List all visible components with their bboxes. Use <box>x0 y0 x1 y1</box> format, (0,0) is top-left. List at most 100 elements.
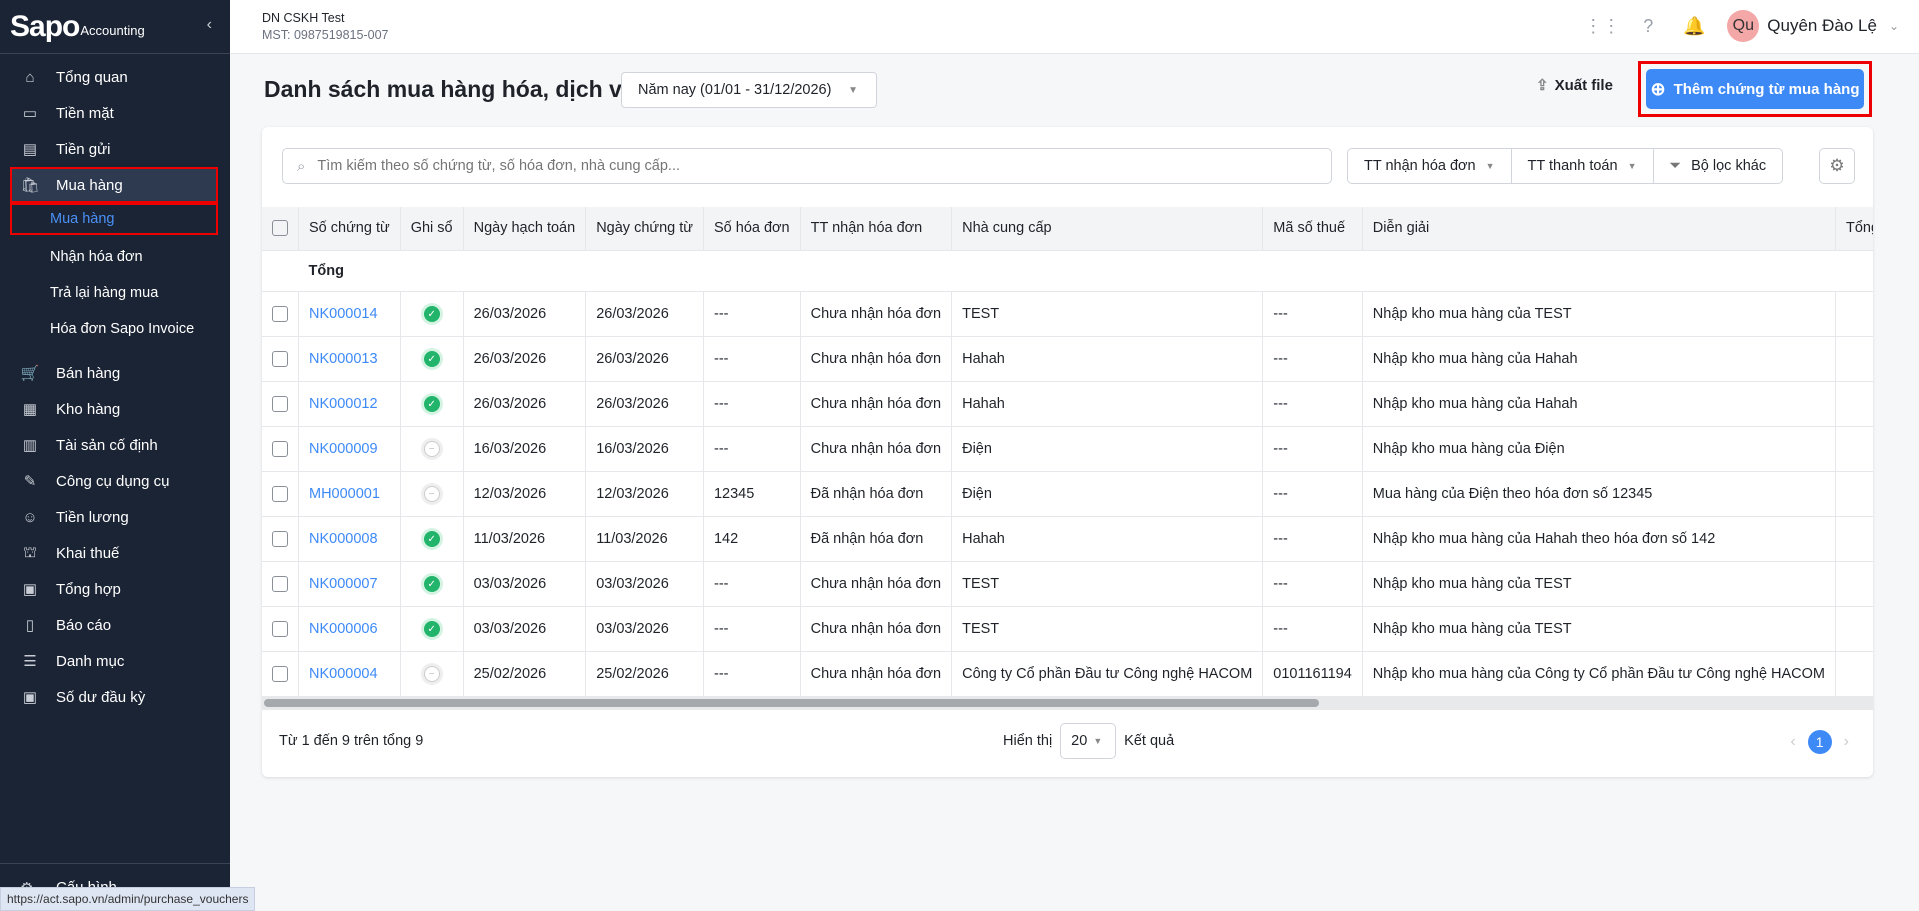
table-row[interactable]: NK000004−25/02/2026 25/02/2026 --- Chưa nhậ… <box>262 651 1873 697</box>
search-input[interactable] <box>317 158 1300 174</box>
help-icon[interactable]: ? <box>1635 13 1661 39</box>
table-row[interactable]: NK000012 ✓ 26/03/2026 26/03/2026 --- Chưa nhậ… <box>262 381 1873 427</box>
accounting-date: 03/03/2026 <box>463 561 587 607</box>
column-header[interactable]: Số hóa đơn <box>703 207 801 251</box>
sidebar-subitem-2[interactable]: Trả lại hàng mua <box>0 275 230 311</box>
next-page-icon[interactable]: › <box>1844 733 1849 751</box>
total-label: Tổng <box>298 250 1836 292</box>
sidebar-item-6[interactable]: ▥ Tài sản cố định <box>0 427 230 463</box>
row-checkbox[interactable] <box>272 395 288 412</box>
voucher-table: Số chứng từ Ghi sổ Ngày hạch toán Ngày chứn… <box>262 207 1873 697</box>
row-checkbox[interactable] <box>272 305 288 322</box>
unposted-icon: − <box>423 441 440 458</box>
sidebar-item-4[interactable]: 🛒 Bán hàng <box>0 355 230 391</box>
table-row[interactable]: NK000013 ✓ 26/03/2026 26/03/2026 --- Chưa nhậ… <box>262 336 1873 382</box>
page-size-select[interactable]: 20 ▼ <box>1060 723 1117 759</box>
collapse-sidebar-icon[interactable]: ‹ <box>207 16 212 34</box>
sidebar-item-0[interactable]: ⌂ Tổng quan <box>0 59 230 95</box>
row-checkbox[interactable] <box>272 530 288 547</box>
payment-status-filter[interactable]: TT thanh toán ▼ <box>1512 149 1654 183</box>
user-name[interactable]: Quyên Đào Lệ <box>1767 16 1877 36</box>
column-header[interactable]: TT nhận hóa đơn <box>800 207 953 251</box>
filter-icon: ⏷ <box>1669 158 1682 174</box>
description: Nhập kho mua hàng của Công ty Cổ phần Đầ… <box>1362 651 1837 697</box>
bell-icon[interactable]: 🔔 <box>1681 13 1707 39</box>
voucher-code-link[interactable]: NK000007 <box>298 561 401 607</box>
voucher-code-link[interactable]: NK000014 <box>298 291 401 337</box>
voucher-code-link[interactable]: NK000006 <box>298 606 401 652</box>
sidebar-item-5[interactable]: ▦ Kho hàng <box>0 391 230 427</box>
select-all-checkbox[interactable] <box>272 220 288 237</box>
column-header[interactable]: Nhà cung cấp <box>951 207 1264 251</box>
invoice-status-filter[interactable]: TT nhận hóa đơn ▼ <box>1348 149 1512 183</box>
column-header[interactable]: Tổng tiền hàng <box>1835 207 1873 251</box>
column-header[interactable]: Ghi sổ <box>400 207 464 251</box>
row-checkbox[interactable] <box>272 440 288 457</box>
sidebar-item-7[interactable]: ✎ Công cụ dụng cụ <box>0 463 230 499</box>
other-filters-button[interactable]: ⏷ Bộ lọc khác <box>1654 149 1783 183</box>
table-row[interactable]: MH000001−12/03/2026 12/03/2026 12345 Đã nhậ… <box>262 471 1873 517</box>
table-row[interactable]: NK000009−16/03/2026 16/03/2026 --- Chưa nhậ… <box>262 426 1873 472</box>
document-date: 11/03/2026 <box>585 516 704 562</box>
sidebar-item-9[interactable]: ⛫ Khai thuế <box>0 535 230 571</box>
column-header[interactable]: Số chứng từ <box>298 207 401 251</box>
sidebar-item-label: Tổng hợp <box>56 580 121 598</box>
voucher-code-link[interactable]: NK000009 <box>298 426 401 472</box>
horizontal-scrollbar[interactable] <box>262 696 1873 710</box>
sidebar-item-2[interactable]: ▤ Tiền gửi <box>0 131 230 167</box>
sidebar-subitem-3[interactable]: Hóa đơn Sapo Invoice <box>0 311 230 347</box>
voucher-code-link[interactable]: NK000008 <box>298 516 401 562</box>
invoice-status: Chưa nhận hóa đơn <box>800 291 953 337</box>
row-select-cell <box>262 561 299 607</box>
column-header[interactable]: Ngày hạch toán <box>463 207 587 251</box>
nav-icon: 🛍 <box>20 177 40 194</box>
sidebar-subitem-0[interactable]: Mua hàng <box>10 203 218 235</box>
table-row[interactable]: NK000008 ✓ 11/03/2026 11/03/2026 142 Đã nhận … <box>262 516 1873 562</box>
avatar[interactable]: Qu <box>1727 10 1760 42</box>
column-header[interactable]: Ngày chứng từ <box>585 207 704 251</box>
sidebar-item-13[interactable]: ▣ Số dư đầu kỳ <box>0 679 230 715</box>
sidebar-item-11[interactable]: ▯ Báo cáo <box>0 607 230 643</box>
sidebar-item-8[interactable]: ☺ Tiền lương <box>0 499 230 535</box>
column-header[interactable]: Mã số thuế <box>1262 207 1363 251</box>
voucher-code-link[interactable]: NK000004 <box>298 651 401 697</box>
sidebar-item-12[interactable]: ☰ Danh mục <box>0 643 230 679</box>
voucher-code-link[interactable]: NK000013 <box>298 336 401 382</box>
sidebar-item-1[interactable]: ▭ Tiền mặt <box>0 95 230 131</box>
chevron-down-icon[interactable]: ⌄ <box>1889 19 1899 33</box>
row-select-cell <box>262 381 299 427</box>
scrollbar-thumb[interactable] <box>264 699 1319 707</box>
row-checkbox[interactable] <box>272 350 288 367</box>
row-select-cell <box>262 606 299 652</box>
total-amount <box>1835 471 1873 517</box>
table-row[interactable]: NK000007 ✓ 03/03/2026 03/03/2026 --- Chưa nhậ… <box>262 561 1873 607</box>
export-button[interactable]: ⇪ Xuất file <box>1536 76 1613 95</box>
table-row[interactable]: NK000014 ✓ 26/03/2026 26/03/2026 --- Chưa nhậ… <box>262 291 1873 337</box>
period-select[interactable]: Năm nay (01/01 - 31/12/2026) ▼ <box>621 72 877 108</box>
row-checkbox[interactable] <box>272 620 288 637</box>
document-date: 03/03/2026 <box>585 606 704 652</box>
voucher-code-link[interactable]: NK000012 <box>298 381 401 427</box>
invoice-number: --- <box>703 291 801 337</box>
caret-down-icon: ▼ <box>848 84 858 96</box>
apps-grid-icon[interactable]: ⋮⋮ <box>1584 13 1620 39</box>
row-checkbox[interactable] <box>272 665 288 682</box>
add-voucher-button[interactable]: ⊕ Thêm chứng từ mua hàng <box>1646 69 1864 109</box>
tax-code: --- <box>1262 426 1363 472</box>
table-settings-button[interactable]: ⚙ <box>1819 148 1855 184</box>
sidebar-item-10[interactable]: ▣ Tổng hợp <box>0 571 230 607</box>
row-checkbox[interactable] <box>272 575 288 592</box>
logo[interactable]: Sapo Accounting ‹ <box>0 0 230 54</box>
results-label: Kết quả <box>1124 733 1175 749</box>
page-1-button[interactable]: 1 <box>1807 730 1832 754</box>
search-box[interactable]: ⌕ <box>282 148 1332 184</box>
search-icon: ⌕ <box>297 157 306 175</box>
table-row[interactable]: NK000006 ✓ 03/03/2026 03/03/2026 --- Chưa nhậ… <box>262 606 1873 652</box>
prev-page-icon[interactable]: ‹ <box>1790 733 1795 751</box>
sidebar-subitem-1[interactable]: Nhận hóa đơn <box>0 239 230 275</box>
column-header[interactable]: Diễn giải <box>1362 207 1837 251</box>
voucher-code-link[interactable]: MH000001 <box>298 471 401 517</box>
row-checkbox[interactable] <box>272 485 288 502</box>
sidebar-item-3[interactable]: 🛍 Mua hàng <box>10 167 218 203</box>
document-date: 26/03/2026 <box>585 381 704 427</box>
